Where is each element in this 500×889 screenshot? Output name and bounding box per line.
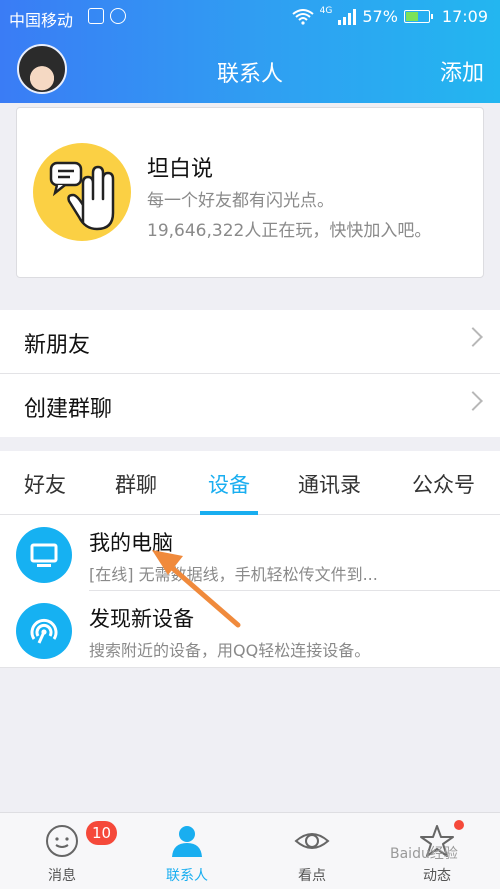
nav-label: 动态 [423,868,451,884]
hand-chat-icon [33,143,131,241]
device-row-discover[interactable]: 发现新设备 搜索附近的设备，用QQ轻松连接设备。 [0,591,500,667]
divider [0,667,500,668]
device-name: 发现新设备 [89,607,194,631]
chevron-right-icon [463,327,483,347]
signal-icon [338,8,357,25]
add-button[interactable]: 添加 [440,55,484,87]
status-notification-icons [88,8,126,24]
watermark: Baidu经验 [390,846,458,862]
nav-contacts[interactable]: 联系人 [137,813,237,889]
device-row-my-computer[interactable]: 我的电脑 [在线] 无需数据线，手机轻松传文件到... [0,515,500,591]
nav-label: 联系人 [166,868,208,884]
nav-kandian[interactable]: 看点 [262,813,362,889]
nav-messages[interactable]: 10 消息 [12,813,118,889]
new-friends-row[interactable]: 新朋友 [0,310,500,373]
message-icon [46,825,78,857]
network-type: 4G [319,5,333,16]
contacts-icon [172,826,202,857]
tab-devices[interactable]: 设备 [208,469,250,499]
new-activity-dot [454,820,464,830]
nav-label: 消息 [48,868,76,884]
new-friends-label: 新朋友 [24,333,91,358]
clock: 17:09 [441,7,488,26]
tab-friends[interactable]: 好友 [24,469,66,499]
contact-tabs: 好友 群聊 设备 通讯录 公众号 [0,451,500,515]
top-header: 中国移动 4G 57% 17:09 联系人 添加 [0,0,500,103]
page-title: 联系人 [216,62,283,87]
nav-label: 看点 [298,868,326,884]
status-bar: 中国移动 4G 57% 17:09 [0,0,500,34]
tab-address-book[interactable]: 通讯录 [298,469,361,499]
tab-official-accounts[interactable]: 公众号 [412,469,475,499]
banner-title: 坦白说 [147,157,214,182]
banner-line1: 每一个好友都有闪光点。 [147,191,334,211]
eye-icon [294,833,330,849]
chevron-right-icon [463,391,483,411]
app-notification-icon [110,8,126,24]
device-name: 我的电脑 [89,531,173,555]
device-desc: 搜索附近的设备，用QQ轻松连接设备。 [89,641,371,660]
battery-icon [403,10,433,23]
tab-groups[interactable]: 群聊 [115,469,157,499]
carrier-label: 中国移动 [9,11,74,30]
device-desc: [在线] 无需数据线，手机轻松传文件到... [89,565,378,584]
radar-icon [16,603,72,659]
unread-count-badge: 10 [86,821,118,845]
tanbaishuo-banner[interactable]: 坦白说 每一个好友都有闪光点。 19,646,322人正在玩，快快加入吧。 [16,107,484,278]
wifi-icon [292,8,314,25]
gallery-notification-icon [88,8,104,24]
battery-percent: 57% [362,7,398,26]
status-right: 4G 57% 17:09 [292,5,488,26]
computer-icon [16,527,72,583]
banner-line2: 19,646,322人正在玩，快快加入吧。 [147,221,432,241]
create-group-row[interactable]: 创建群聊 [0,374,500,437]
create-group-label: 创建群聊 [24,397,113,422]
